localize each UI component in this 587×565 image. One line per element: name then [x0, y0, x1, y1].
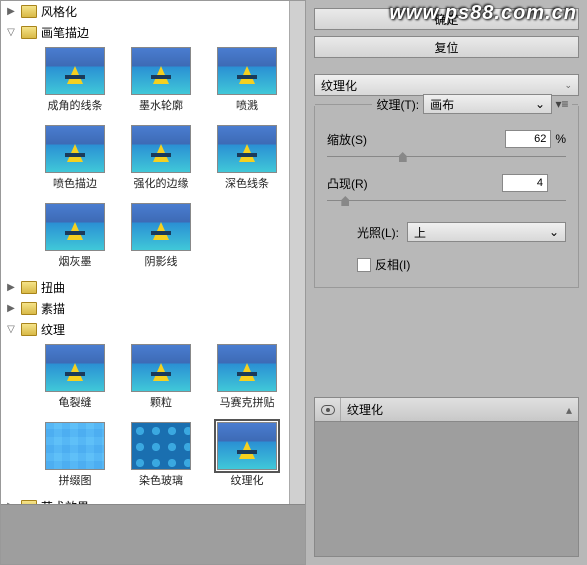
category-artistic[interactable]: ▶ 艺术效果: [1, 496, 289, 504]
filter-thumb[interactable]: 成角的线条: [41, 47, 109, 113]
folder-icon: [21, 323, 37, 336]
filter-thumb[interactable]: 阴影线: [127, 203, 195, 269]
relief-slider[interactable]: [327, 194, 566, 208]
filter-select-dropdown[interactable]: 纹理化 ⌄: [314, 74, 579, 96]
texture-type-dropdown[interactable]: 画布 ⌄: [423, 94, 552, 114]
layer-scroll-up[interactable]: ▴: [560, 403, 578, 417]
relief-input[interactable]: [502, 174, 548, 192]
texture-param-label: 纹理(T):: [372, 96, 423, 113]
filter-thumb[interactable]: 颗粒: [127, 344, 195, 410]
filter-gallery-panel: ▶ 风格化 ▽ 画笔描边 成角的线条 墨水轮廓 喷溅 喷色描边 强化的边缘 深色…: [0, 0, 306, 565]
scale-suffix: %: [555, 132, 566, 146]
scale-slider[interactable]: [327, 150, 566, 164]
chevron-down-icon: ▽: [5, 27, 17, 38]
chevron-down-icon: ⌄: [535, 97, 545, 111]
effect-layer-row[interactable]: 纹理化 ▴: [315, 398, 578, 422]
chevron-right-icon: ▶: [5, 282, 17, 293]
texture-thumbnails: 龟裂缝 颗粒 马赛克拼贴 拼缀图 染色玻璃 纹理化: [1, 340, 289, 496]
filter-thumb[interactable]: 拼缀图: [41, 422, 109, 488]
settings-panel: 确定 复位 纹理化 ⌄ 纹理(T): 画布 ⌄ ▾≡ 缩放(S) %: [306, 0, 587, 565]
folder-icon: [21, 5, 37, 18]
visibility-toggle[interactable]: [315, 398, 341, 421]
invert-checkbox[interactable]: [357, 258, 371, 272]
scale-row: 缩放(S) %: [327, 130, 566, 148]
relief-label: 凸现(R): [327, 175, 502, 192]
chevron-down-icon: ⌄: [564, 80, 572, 91]
scale-label: 缩放(S): [327, 131, 505, 148]
category-stylize[interactable]: ▶ 风格化: [1, 1, 289, 22]
scale-input[interactable]: [505, 130, 551, 148]
left-bottom-spacer: [1, 504, 305, 564]
filter-thumb[interactable]: 喷溅: [213, 47, 281, 113]
flyout-menu-icon[interactable]: ▾≡: [552, 97, 572, 111]
filter-thumb[interactable]: 染色玻璃: [127, 422, 195, 488]
category-texture[interactable]: ▽ 纹理: [1, 319, 289, 340]
filter-thumb[interactable]: 龟裂缝: [41, 344, 109, 410]
category-distort[interactable]: ▶ 扭曲: [1, 277, 289, 298]
filter-thumb[interactable]: 烟灰墨: [41, 203, 109, 269]
filter-thumb[interactable]: 墨水轮廓: [127, 47, 195, 113]
folder-icon: [21, 302, 37, 315]
category-sketch[interactable]: ▶ 素描: [1, 298, 289, 319]
effect-layers-panel: 纹理化 ▴: [314, 397, 579, 557]
category-label: 纹理: [41, 321, 65, 338]
category-label: 扭曲: [41, 279, 65, 296]
light-label: 光照(L):: [327, 224, 407, 241]
filter-thumb[interactable]: 喷色描边: [41, 125, 109, 191]
chevron-right-icon: ▶: [5, 303, 17, 314]
filter-thumb-selected[interactable]: 纹理化: [213, 422, 281, 488]
chevron-right-icon: ▶: [5, 6, 17, 17]
category-label: 画笔描边: [41, 24, 89, 41]
category-label: 素描: [41, 300, 65, 317]
invert-label: 反相(I): [375, 256, 410, 273]
filter-thumb[interactable]: 强化的边缘: [127, 125, 195, 191]
chevron-down-icon: ▽: [5, 324, 17, 335]
eye-icon: [321, 405, 335, 415]
category-label: 风格化: [41, 3, 77, 20]
watermark-text: www.ps88.com.cn: [389, 2, 577, 25]
main-container: ▶ 风格化 ▽ 画笔描边 成角的线条 墨水轮廓 喷溅 喷色描边 强化的边缘 深色…: [0, 0, 587, 565]
filter-thumb[interactable]: 马赛克拼贴: [213, 344, 281, 410]
chevron-down-icon: ⌄: [549, 225, 559, 239]
params-fieldset: 纹理(T): 画布 ⌄ ▾≡ 缩放(S) % 凸现(R): [314, 106, 579, 288]
scrollbar-vertical[interactable]: [289, 1, 305, 504]
relief-row: 凸现(R): [327, 174, 566, 192]
effect-layer-name: 纹理化: [341, 401, 560, 418]
filter-tree[interactable]: ▶ 风格化 ▽ 画笔描边 成角的线条 墨水轮廓 喷溅 喷色描边 强化的边缘 深色…: [1, 1, 289, 504]
dropdown-value: 纹理化: [321, 77, 357, 94]
light-row: 光照(L): 上 ⌄: [327, 222, 566, 242]
brush-thumbnails: 成角的线条 墨水轮廓 喷溅 喷色描边 强化的边缘 深色线条 烟灰墨 阴影线: [1, 43, 289, 277]
reset-button[interactable]: 复位: [314, 36, 579, 58]
invert-row[interactable]: 反相(I): [357, 256, 566, 273]
folder-icon: [21, 26, 37, 39]
category-brush-strokes[interactable]: ▽ 画笔描边: [1, 22, 289, 43]
light-dropdown[interactable]: 上 ⌄: [407, 222, 566, 242]
filter-thumb[interactable]: 深色线条: [213, 125, 281, 191]
folder-icon: [21, 281, 37, 294]
